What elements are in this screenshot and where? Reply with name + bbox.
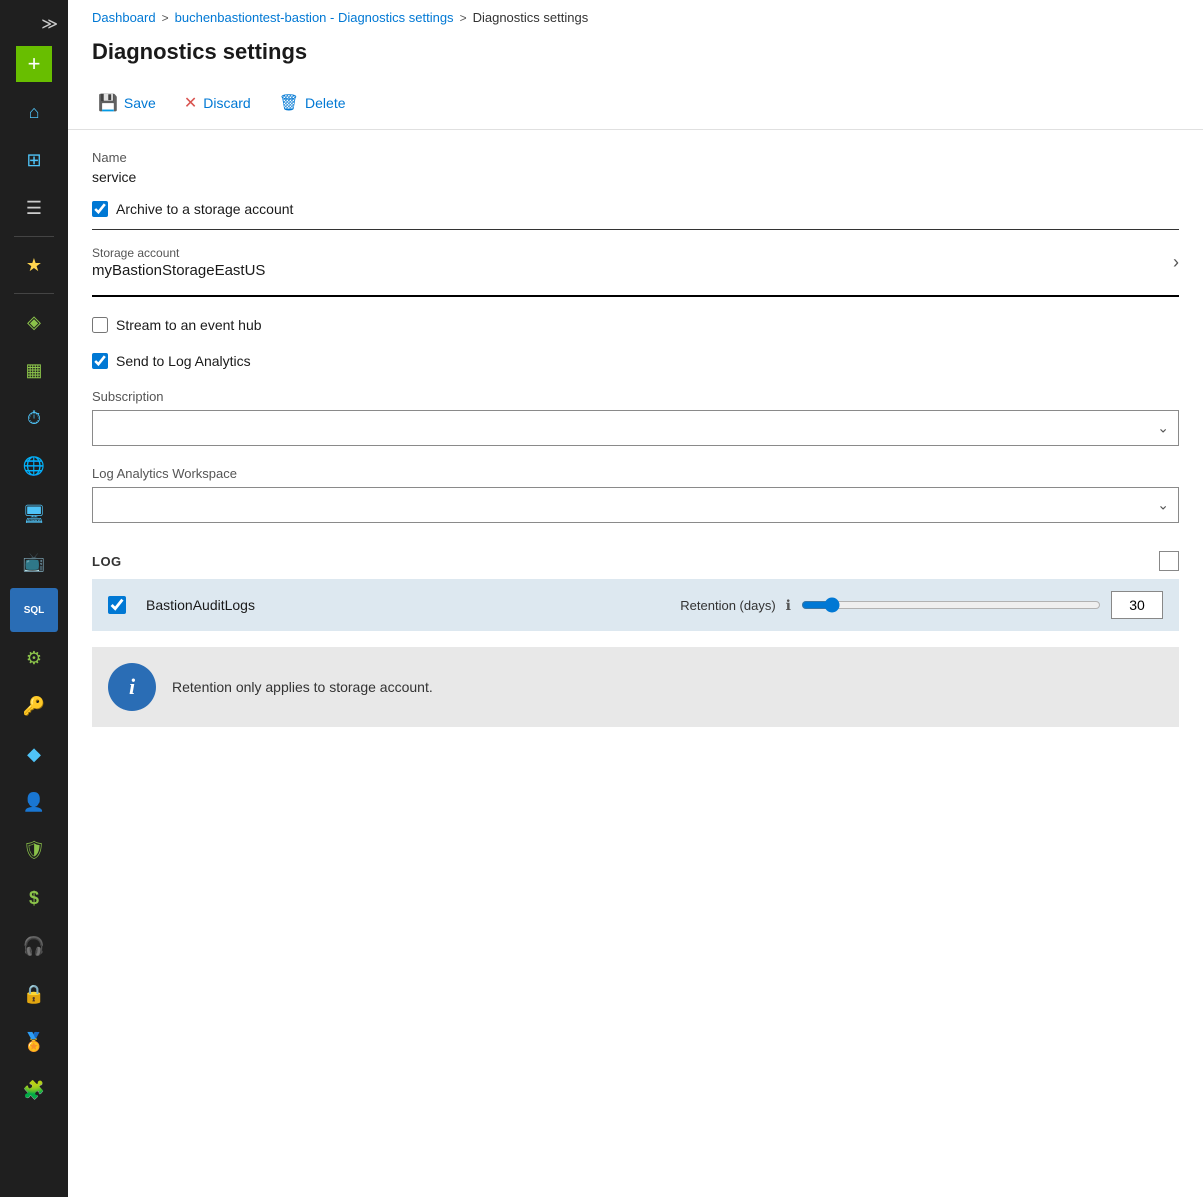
discard-label: Discard [203,95,250,111]
info-icon-circle: i [108,663,156,711]
subscription-section: Subscription ⌄ [92,389,1179,446]
storage-account-info: Storage account myBastionStorageEastUS [92,246,265,279]
sidebar-shield-icon[interactable]: 🛡 [10,828,58,872]
bastion-audit-logs-label: BastionAuditLogs [146,597,306,613]
sidebar: ≫ + ⌂ ⊞ ☰ ★ ◈ ▦ ⏱ 🌐 🖥 📺 SQL ⚙ 🔑 ◆ 👤 🛡 $ … [0,0,68,1197]
subscription-dropdown-wrapper: ⌄ [92,410,1179,446]
event-hub-checkbox[interactable] [92,317,108,333]
bastion-audit-logs-checkbox[interactable] [108,596,126,614]
sidebar-dollar-icon[interactable]: $ [10,876,58,920]
sidebar-screen-icon[interactable]: 📺 [10,540,58,584]
event-hub-checkbox-row: Stream to an event hub [92,317,1179,333]
sidebar-globe-icon[interactable]: 🌐 [10,444,58,488]
storage-account-row[interactable]: Storage account myBastionStorageEastUS › [92,246,1179,279]
main-content: Dashboard > buchenbastiontest-bastion - … [68,0,1203,1197]
info-box: i Retention only applies to storage acco… [92,647,1179,727]
sidebar-lock-icon[interactable]: 🔒 [10,972,58,1016]
retention-section: Retention (days) ℹ [326,591,1163,619]
storage-account-label: Storage account [92,246,265,260]
delete-icon: 🗑 [279,93,299,113]
archive-checkbox[interactable] [92,201,108,217]
storage-divider-top [92,229,1179,230]
name-field-section: Name service [92,150,1179,185]
sidebar-sql-icon[interactable]: SQL [10,588,58,632]
toolbar: 💾 Save ✕ Discard 🗑 Delete [68,81,1203,130]
workspace-dropdown[interactable] [92,487,1179,523]
sidebar-badge-icon[interactable]: 🏅 [10,1020,58,1064]
info-icon: i [129,674,135,700]
sidebar-dashboard-icon[interactable]: ⊞ [10,138,58,182]
discard-icon: ✕ [184,93,197,113]
log-analytics-checkbox-label[interactable]: Send to Log Analytics [116,353,251,369]
breadcrumb-sep-1: > [162,11,169,25]
name-label: Name [92,150,1179,165]
save-label: Save [124,95,156,111]
collapse-button[interactable]: ≫ [35,8,64,40]
sidebar-support-icon[interactable]: 🎧 [10,924,58,968]
page-header: Diagnostics settings [68,31,1203,81]
storage-account-section: Storage account myBastionStorageEastUS › [92,246,1179,297]
log-analytics-checkbox[interactable] [92,353,108,369]
breadcrumb-parent[interactable]: buchenbastiontest-bastion - Diagnostics … [175,10,454,25]
archive-checkbox-row: Archive to a storage account [92,201,1179,217]
sidebar-menu-icon[interactable]: ☰ [10,186,58,230]
retention-slider-wrapper [801,597,1101,613]
workspace-dropdown-wrapper: ⌄ [92,487,1179,523]
sidebar-settings-icon[interactable]: ⚙ [10,636,58,680]
log-analytics-workspace-section: Log Analytics Workspace ⌄ [92,466,1179,523]
sidebar-key-icon[interactable]: 🔑 [10,684,58,728]
log-analytics-workspace-label: Log Analytics Workspace [92,466,1179,481]
sidebar-divider-2 [14,293,54,294]
archive-checkbox-label[interactable]: Archive to a storage account [116,201,293,217]
breadcrumb-sep-2: > [460,11,467,25]
subscription-label: Subscription [92,389,1179,404]
retention-days-input[interactable] [1111,591,1163,619]
log-section: LOG BastionAuditLogs Retention (days) ℹ [92,543,1179,631]
delete-button[interactable]: 🗑 Delete [273,89,352,117]
log-section-title: LOG [92,554,122,569]
form-content: Name service Archive to a storage accoun… [68,130,1203,1197]
add-resource-button[interactable]: + [16,46,52,82]
subscription-dropdown[interactable] [92,410,1179,446]
retention-slider[interactable] [801,597,1101,613]
breadcrumb-dashboard[interactable]: Dashboard [92,10,156,25]
sidebar-bottom-icon[interactable]: 🧩 [10,1068,58,1112]
storage-account-value: myBastionStorageEastUS [92,262,265,279]
log-select-all-checkbox[interactable] [1159,551,1179,571]
sidebar-grid-icon[interactable]: ▦ [10,348,58,392]
breadcrumb-current: Diagnostics settings [473,10,589,25]
save-button[interactable]: 💾 Save [92,89,162,117]
sidebar-devops-icon[interactable]: ◆ [10,732,58,776]
name-value: service [92,169,1179,185]
delete-label: Delete [305,95,345,111]
log-analytics-checkbox-row: Send to Log Analytics [92,353,1179,369]
info-box-text: Retention only applies to storage accoun… [172,679,433,695]
event-hub-checkbox-label[interactable]: Stream to an event hub [116,317,262,333]
sidebar-home-icon[interactable]: ⌂ [10,90,58,134]
retention-info-icon: ℹ [786,597,791,614]
sidebar-clock-icon[interactable]: ⏱ [10,396,58,440]
discard-button[interactable]: ✕ Discard [178,89,257,117]
sidebar-user-icon[interactable]: 👤 [10,780,58,824]
page-title: Diagnostics settings [92,39,1179,65]
sidebar-favorites-icon[interactable]: ★ [10,243,58,287]
storage-account-chevron-icon: › [1173,252,1179,273]
breadcrumb: Dashboard > buchenbastiontest-bastion - … [68,0,1203,31]
sidebar-divider-1 [14,236,54,237]
sidebar-resource-icon[interactable]: ◈ [10,300,58,344]
retention-label: Retention (days) [680,598,775,613]
sidebar-monitor-icon[interactable]: 🖥 [10,492,58,536]
save-icon: 💾 [98,93,118,113]
log-section-header: LOG [92,543,1179,579]
bastion-audit-logs-row: BastionAuditLogs Retention (days) ℹ [92,579,1179,631]
